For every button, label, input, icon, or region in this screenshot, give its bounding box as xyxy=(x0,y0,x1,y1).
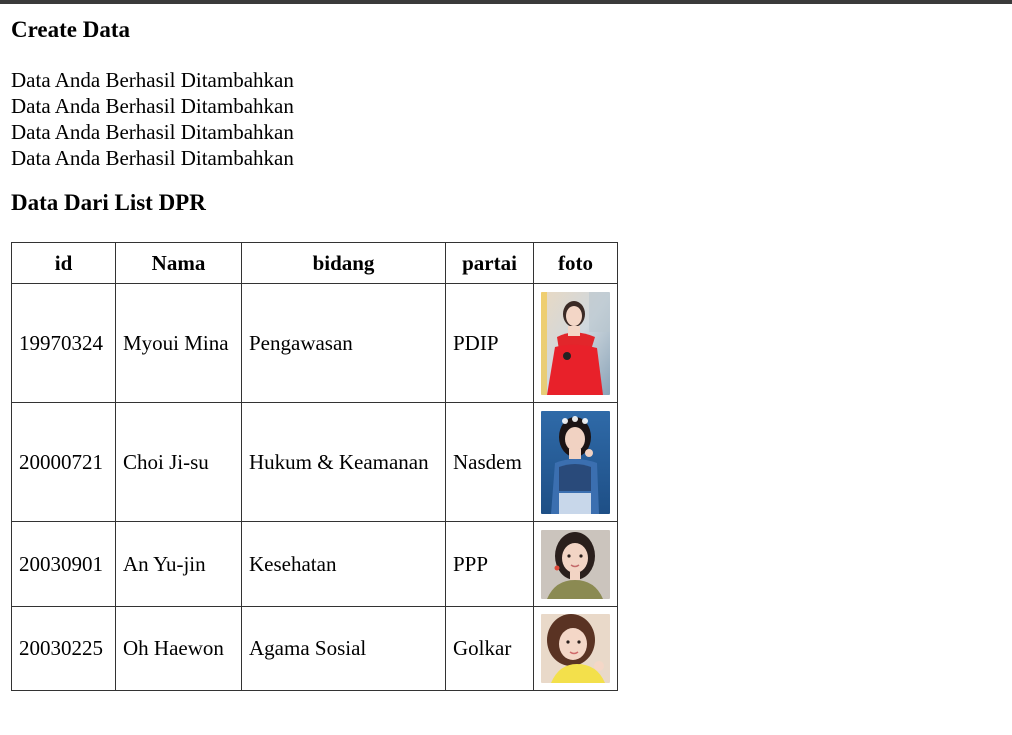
photo-red-dress xyxy=(541,291,610,395)
table-row: 19970324 Myoui Mina Pengawasan PDIP xyxy=(12,284,618,403)
cell-id: 19970324 xyxy=(12,284,116,403)
cell-id: 20030901 xyxy=(12,522,116,607)
photo-blue-outfit xyxy=(541,410,610,514)
page-title: Create Data xyxy=(11,17,130,42)
member-photo xyxy=(541,410,610,514)
cell-id: 20030225 xyxy=(12,607,116,691)
header-partai: partai xyxy=(446,243,534,284)
member-photo xyxy=(541,529,610,599)
list-title: Data Dari List DPR xyxy=(11,190,206,215)
header-nama: Nama xyxy=(116,243,242,284)
cell-foto xyxy=(534,607,618,691)
table-row: 20000721 Choi Ji-su Hukum & Keamanan Nas… xyxy=(12,403,618,522)
dpr-table: id Nama bidang partai foto 19970324 Myou… xyxy=(11,242,618,691)
header-id: id xyxy=(12,243,116,284)
header-foto: foto xyxy=(534,243,618,284)
cell-nama: Choi Ji-su xyxy=(116,403,242,522)
table-header-row: id Nama bidang partai foto xyxy=(12,243,618,284)
cell-partai: PPP xyxy=(446,522,534,607)
success-message: Data Anda Berhasil Ditambahkan xyxy=(11,146,294,170)
success-message: Data Anda Berhasil Ditambahkan xyxy=(11,94,294,118)
photo-yellow-top xyxy=(541,614,610,683)
member-photo xyxy=(541,291,610,395)
cell-partai: Nasdem xyxy=(446,403,534,522)
table-row: 20030225 Oh Haewon Agama Sosial Golkar xyxy=(12,607,618,691)
cell-partai: PDIP xyxy=(446,284,534,403)
success-message: Data Anda Berhasil Ditambahkan xyxy=(11,68,294,92)
cell-foto xyxy=(534,284,618,403)
success-message: Data Anda Berhasil Ditambahkan xyxy=(11,120,294,144)
photo-olive-top xyxy=(541,529,610,599)
success-messages: Data Anda Berhasil Ditambahkan Data Anda… xyxy=(11,67,1001,171)
cell-foto xyxy=(534,522,618,607)
table-row: 20030901 An Yu-jin Kesehatan PPP xyxy=(12,522,618,607)
member-photo xyxy=(541,614,610,683)
cell-bidang: Hukum & Keamanan xyxy=(242,403,446,522)
cell-foto xyxy=(534,403,618,522)
cell-nama: Myoui Mina xyxy=(116,284,242,403)
cell-bidang: Agama Sosial xyxy=(242,607,446,691)
header-bidang: bidang xyxy=(242,243,446,284)
cell-id: 20000721 xyxy=(12,403,116,522)
cell-partai: Golkar xyxy=(446,607,534,691)
cell-nama: An Yu-jin xyxy=(116,522,242,607)
page-content: Create Data Data Anda Berhasil Ditambahk… xyxy=(11,4,1001,691)
cell-nama: Oh Haewon xyxy=(116,607,242,691)
cell-bidang: Pengawasan xyxy=(242,284,446,403)
cell-bidang: Kesehatan xyxy=(242,522,446,607)
